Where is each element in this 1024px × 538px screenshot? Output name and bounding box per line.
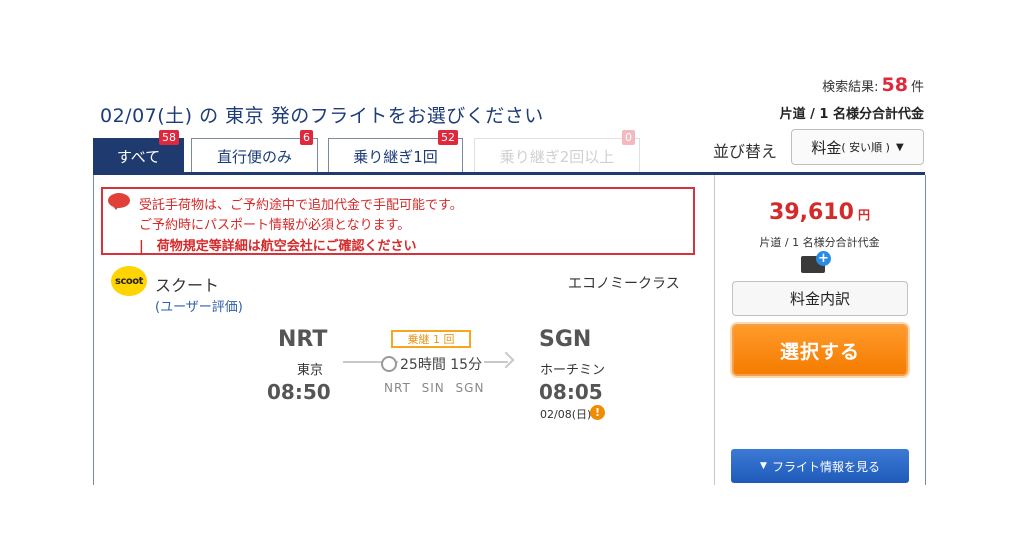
notice-line: ご予約時にパスポート情報が必須となります。 bbox=[139, 218, 411, 233]
sort-selected-sub: ( 安い順 ) bbox=[841, 141, 890, 154]
page-title: 02/07(土) の 東京 発のフライトをお選びください bbox=[100, 105, 544, 127]
arrival-time: 08:05 bbox=[539, 380, 603, 404]
departure-time: 08:50 bbox=[267, 380, 331, 404]
result-unit: 件 bbox=[910, 80, 924, 95]
speech-bubble-icon bbox=[108, 193, 130, 210]
user-rating-link[interactable]: (ユーザー評価) bbox=[155, 296, 243, 315]
airline-name: スクート bbox=[155, 276, 220, 295]
tab-label: 直行便のみ bbox=[216, 147, 292, 166]
flight-info-button[interactable]: ▼ フライト情報を見る bbox=[731, 449, 909, 483]
tab-count-badge: 58 bbox=[159, 130, 179, 145]
via-airports: NRT SIN SGN bbox=[384, 381, 485, 395]
plus-icon[interactable]: + bbox=[816, 251, 831, 266]
tab-direct-only[interactable]: 直行便のみ 6 bbox=[191, 130, 318, 173]
stops-badge: 乗継 1 回 bbox=[391, 330, 471, 348]
price-basis-label: 片道 / 1 名様分合計代金 bbox=[779, 107, 924, 122]
notice-line: 受託手荷物は、ご予約途中で追加代金で手配可能です。 bbox=[139, 198, 463, 213]
price-currency: 円 bbox=[857, 208, 870, 222]
departure-city: 東京 bbox=[297, 363, 324, 378]
airline-logo: scoot bbox=[111, 266, 147, 296]
tab-label: 乗り継ぎ2回以上 bbox=[499, 147, 615, 166]
tab-count-badge: 0 bbox=[622, 130, 635, 145]
triangle-down-icon: ▼ bbox=[760, 461, 767, 471]
result-count-number: 58 bbox=[881, 74, 908, 96]
notice-link[interactable]: | 荷物規定等詳細は航空会社にご確認ください bbox=[139, 235, 417, 254]
flight-duration: 25時間 15分 bbox=[398, 354, 485, 374]
arrival-date: 02/08(日) bbox=[540, 408, 592, 421]
tab-label: すべて bbox=[116, 147, 161, 166]
price-breakdown-button[interactable]: 料金内訳 bbox=[732, 281, 908, 316]
select-flight-button[interactable]: 選択する bbox=[732, 324, 908, 376]
flight-info-label: フライト情報を見る bbox=[771, 459, 880, 474]
tab-count-badge: 6 bbox=[300, 130, 313, 145]
tab-label: 乗り継ぎ1回 bbox=[353, 147, 438, 166]
price-value: 39,610 bbox=[769, 200, 854, 225]
sort-selected-value: 料金 bbox=[811, 138, 842, 157]
tab-one-transfer[interactable]: 乗り継ぎ1回 52 bbox=[328, 130, 463, 173]
chevron-down-icon: ▼ bbox=[895, 141, 904, 153]
arrival-airport-code: SGN bbox=[539, 327, 592, 352]
warning-icon[interactable]: ! bbox=[590, 405, 605, 420]
result-count: 検索結果: 58 件 bbox=[822, 74, 924, 96]
tab-all[interactable]: すべて 58 bbox=[93, 130, 184, 173]
result-label: 検索結果: bbox=[822, 80, 879, 95]
sort-label: 並び替え bbox=[713, 142, 778, 161]
price-note: 片道 / 1 名様分合計代金 bbox=[759, 236, 880, 249]
clock-icon bbox=[381, 356, 397, 372]
tab-two-plus-transfers: 乗り継ぎ2回以上 0 bbox=[474, 130, 640, 173]
arrival-city: ホーチミン bbox=[540, 363, 606, 378]
cabin-class: エコノミークラス bbox=[568, 276, 680, 292]
departure-airport-code: NRT bbox=[278, 327, 328, 352]
sort-select[interactable]: 料金 ( 安い順 ) ▼ bbox=[791, 129, 924, 165]
tab-count-badge: 52 bbox=[438, 130, 458, 145]
total-price: 39,610 円 bbox=[714, 200, 925, 225]
